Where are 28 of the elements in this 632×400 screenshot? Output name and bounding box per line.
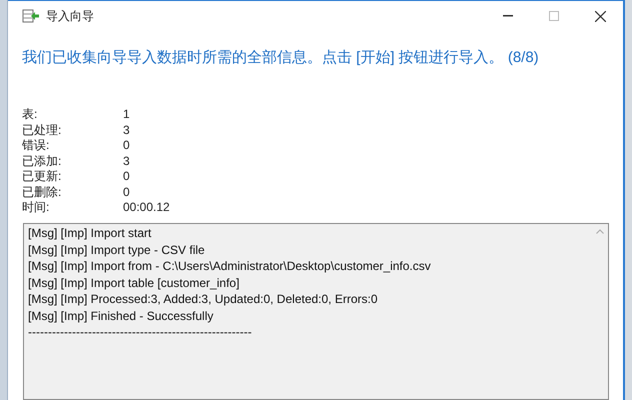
scroll-up-icon <box>596 229 604 234</box>
stat-value: 1 <box>123 106 130 124</box>
stat-label: 已删除: <box>22 184 62 201</box>
minimize-icon <box>503 15 513 17</box>
stat-value: 0 <box>123 137 130 154</box>
stat-label: 已更新: <box>22 168 62 186</box>
log-line: [Msg] [Imp] Finished - Successfully <box>28 308 214 324</box>
wizard-heading: 我们已收集向导导入数据时所需的全部信息。点击 [开始] 按钮进行导入。 (8/8) <box>22 48 540 68</box>
stat-value: 0 <box>123 168 130 186</box>
stat-value: 0 <box>123 184 130 201</box>
log-line: [Msg] [Imp] Import type - CSV file <box>28 242 206 258</box>
log-line: [Msg] [Imp] Processed:3, Added:3, Updated:0, Deleted:0, Errors:0 <box>28 291 379 308</box>
stat-label: 已处理: <box>22 122 62 139</box>
stat-value: 3 <box>123 122 130 139</box>
stat-label: 表: <box>22 106 38 124</box>
stat-value: 3 <box>123 152 130 170</box>
log-line: [Msg] [Imp] Import start <box>28 225 152 242</box>
window-title: 导入向导 <box>46 8 94 25</box>
stat-label: 已添加: <box>22 152 62 170</box>
stat-label: 时间: <box>22 199 50 216</box>
log-line: -------------------------------------------------------- <box>28 324 253 340</box>
close-icon <box>594 10 606 22</box>
log-line: [Msg] [Imp] Import table [customer_info] <box>28 274 240 291</box>
maximize-icon <box>549 11 559 21</box>
stat-label: 错误: <box>22 137 50 154</box>
log-line: [Msg] [Imp] Import from - C:\Users\Administrator\Desktop\customer_info.csv <box>28 258 432 274</box>
stat-value: 00:00.12 <box>123 199 170 216</box>
import-table-icon <box>22 9 40 23</box>
